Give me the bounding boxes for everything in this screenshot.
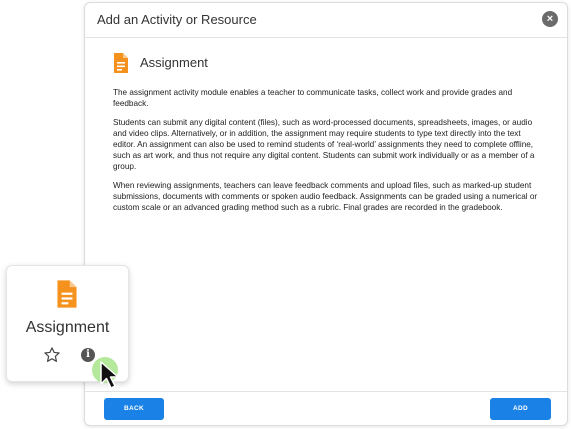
description-paragraph: The assignment activity module enables a… [113, 88, 513, 108]
activity-card-assignment[interactable]: Assignment i [6, 265, 129, 389]
module-title: Assignment [140, 55, 208, 70]
dialog-title: Add an Activity or Resource [97, 12, 257, 27]
dialog-header: Add an Activity or Resource × [85, 3, 567, 38]
back-button[interactable]: BACK [104, 398, 164, 420]
close-icon[interactable]: × [542, 11, 558, 27]
description-paragraph: When reviewing assignments, teachers can… [113, 181, 538, 212]
assignment-document-icon [57, 280, 77, 308]
activity-card-label: Assignment [25, 319, 110, 336]
add-activity-dialog: Add an Activity or Resource × Assignment… [84, 2, 568, 426]
footer-divider [85, 391, 567, 392]
assignment-document-icon [114, 53, 128, 73]
add-button[interactable]: ADD [490, 398, 551, 420]
description-paragraph: Students can submit any digital content … [113, 118, 535, 171]
mouse-pointer-icon [92, 357, 119, 389]
module-description: The assignment activity module enables a… [113, 87, 543, 221]
star-outline-icon[interactable] [43, 346, 61, 364]
